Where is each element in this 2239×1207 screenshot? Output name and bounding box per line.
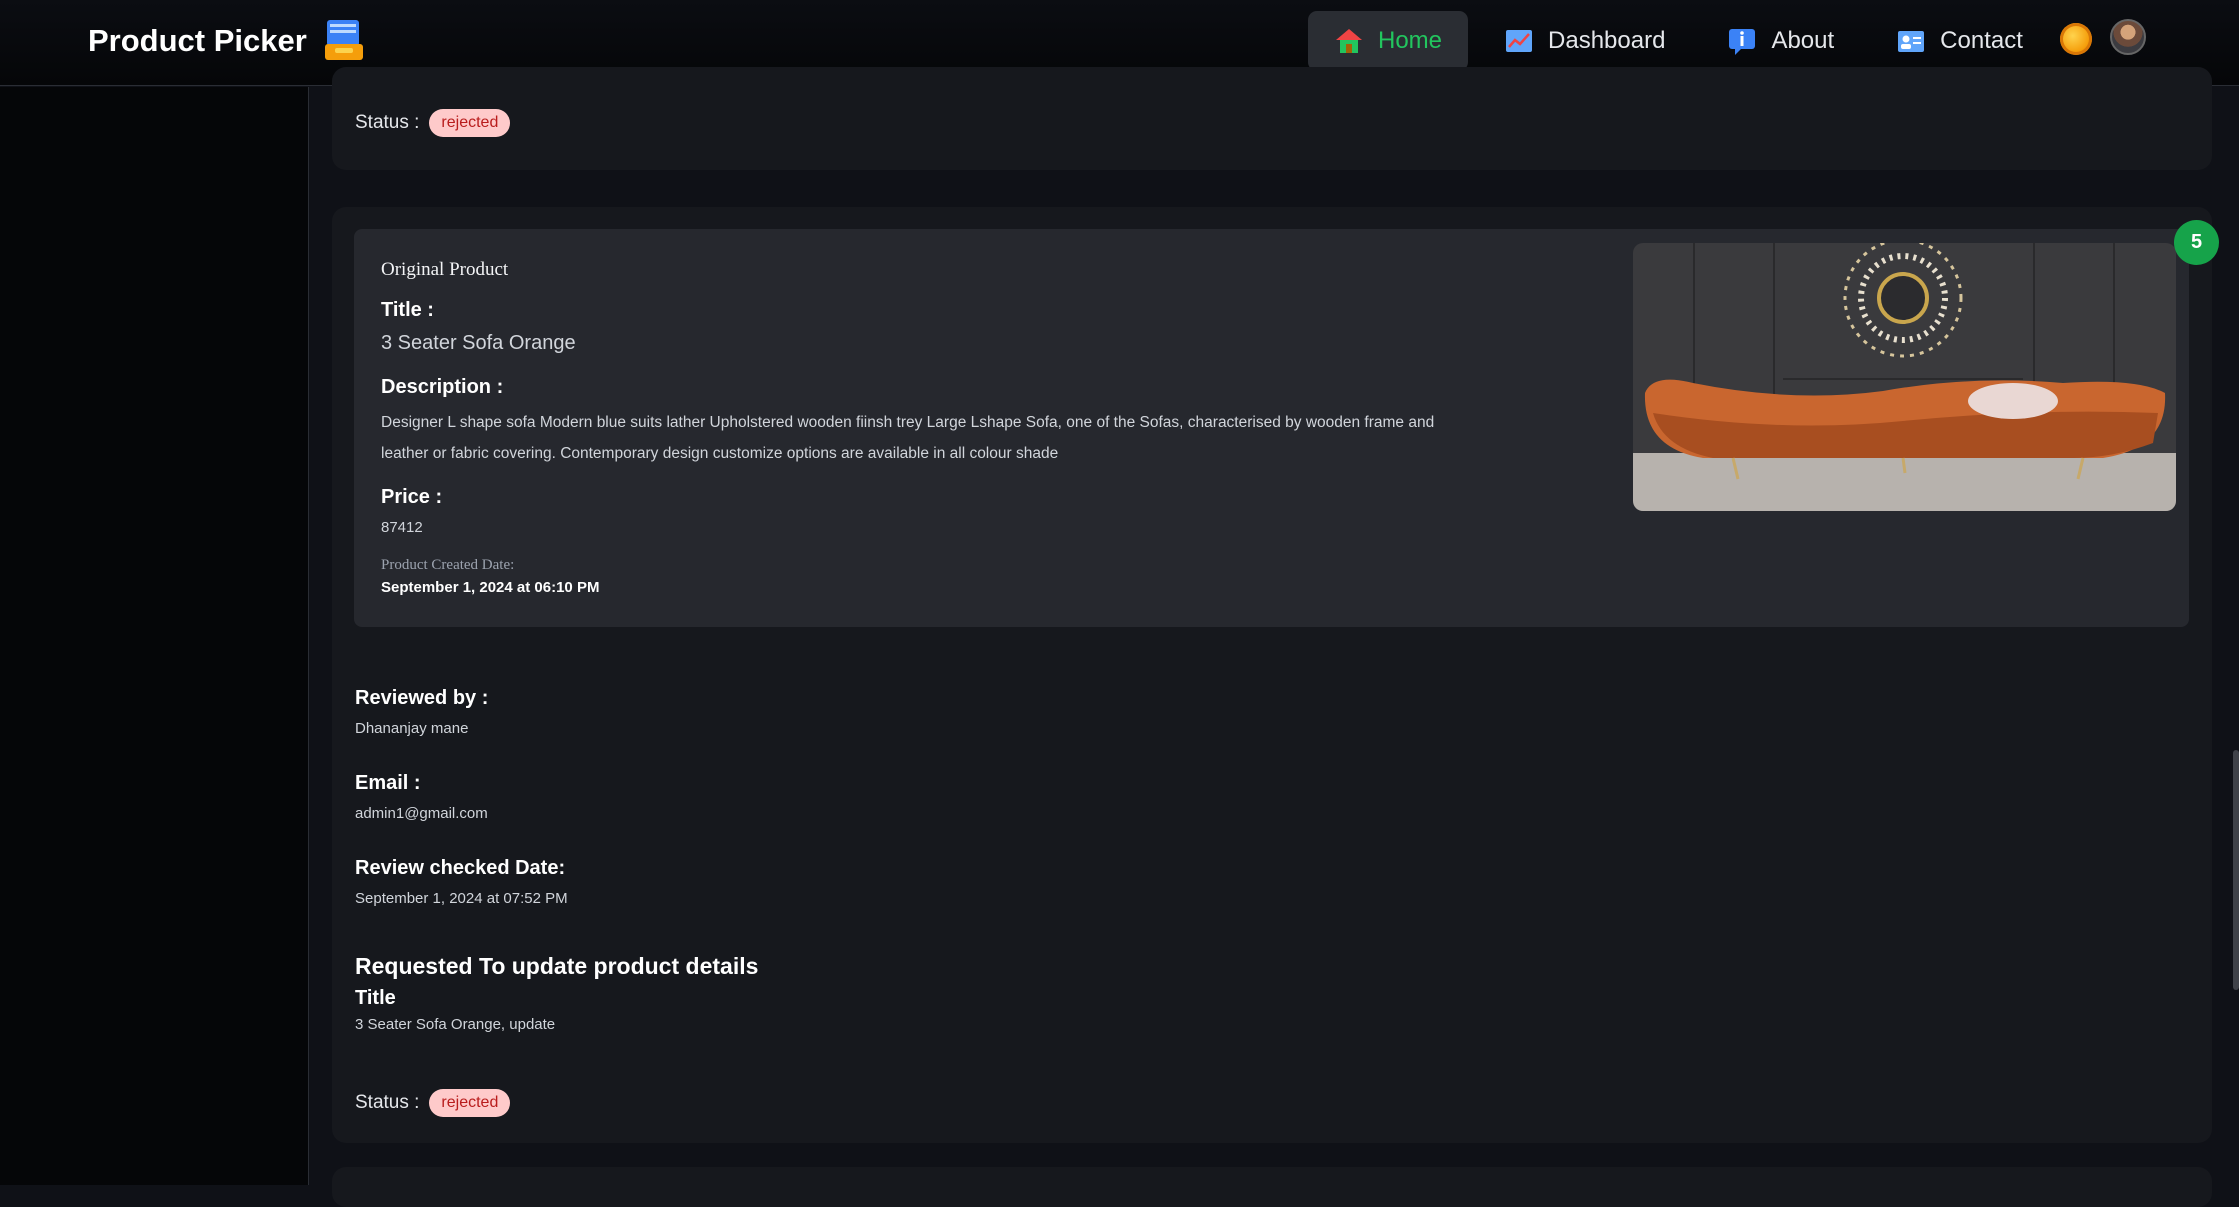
nav-contact-label: Contact — [1940, 27, 2023, 54]
reviewer-name: Dhananjay mane — [355, 720, 469, 737]
status-badge: rejected — [429, 1089, 511, 1117]
product-price: 87412 — [381, 519, 423, 536]
nav-dashboard-label: Dashboard — [1548, 27, 1666, 54]
review-card: Original Product Title : 3 Seater Sofa O… — [332, 207, 2219, 1143]
requested-field-label: Title — [355, 987, 396, 1009]
created-date: September 1, 2024 at 06:10 PM — [381, 579, 600, 596]
price-heading: Price : — [381, 486, 443, 508]
nav-about[interactable]: About — [1701, 11, 1860, 71]
review-date-block: Review checked Date: September 1, 2024 a… — [355, 857, 568, 907]
status-row: Status : rejected — [355, 109, 511, 137]
chart-icon — [1504, 26, 1534, 56]
product-image — [1633, 243, 2176, 511]
reviewed-by-heading: Reviewed by : — [355, 687, 489, 709]
page-scrollbar[interactable] — [2229, 87, 2239, 1185]
title-heading: Title : — [381, 299, 434, 321]
info-icon — [1727, 26, 1757, 56]
theme-toggle-sun-icon[interactable] — [2060, 23, 2092, 55]
brand-name: Product Picker — [88, 23, 307, 58]
status-label: Status : — [355, 112, 420, 133]
next-review-card — [332, 1167, 2212, 1207]
reviewed-by-block: Reviewed by : Dhananjay mane — [355, 687, 488, 737]
original-product-panel: Original Product Title : 3 Seater Sofa O… — [354, 229, 2189, 627]
review-date: September 1, 2024 at 07:52 PM — [355, 890, 568, 907]
sidebar — [0, 87, 309, 1185]
nav-home[interactable]: Home — [1308, 11, 1469, 71]
nav-home-label: Home — [1378, 27, 1443, 54]
inbox-logo-icon — [321, 18, 367, 64]
description-heading: Description : — [381, 376, 504, 398]
original-product-label: Original Product — [381, 259, 509, 280]
contact-card-icon — [1896, 26, 1926, 56]
nav-contact[interactable]: Contact — [1870, 11, 2049, 71]
main-nav: Home Dashboard About Contact — [1308, 11, 2049, 71]
requested-field-value: 3 Seater Sofa Orange, update — [355, 1016, 556, 1033]
product-description: Designer L shape sofa Modern blue suits … — [381, 414, 1435, 462]
email-heading: Email : — [355, 772, 421, 794]
status-row: Status : rejected — [355, 1089, 511, 1117]
requested-update-heading: Requested To update product details — [355, 953, 759, 979]
email-block: Email : admin1@gmail.com — [355, 772, 488, 822]
scrollbar-thumb[interactable] — [2233, 750, 2239, 990]
reviewer-email: admin1@gmail.com — [355, 805, 488, 822]
main-content: Status : rejected Original Product Title… — [310, 67, 2225, 1207]
brand[interactable]: Product Picker — [88, 18, 367, 64]
user-avatar[interactable] — [2110, 19, 2146, 55]
house-icon — [1334, 26, 1364, 56]
status-badge: rejected — [429, 109, 511, 137]
product-title: 3 Seater Sofa Orange — [381, 332, 576, 354]
created-date-label: Product Created Date: — [381, 557, 515, 573]
review-date-heading: Review checked Date: — [355, 857, 566, 879]
previous-review-card: Status : rejected — [332, 67, 2212, 170]
status-label: Status : — [355, 1092, 420, 1113]
nav-dashboard[interactable]: Dashboard — [1478, 11, 1691, 71]
nav-about-label: About — [1771, 27, 1835, 54]
item-count-badge: 5 — [2174, 220, 2219, 265]
